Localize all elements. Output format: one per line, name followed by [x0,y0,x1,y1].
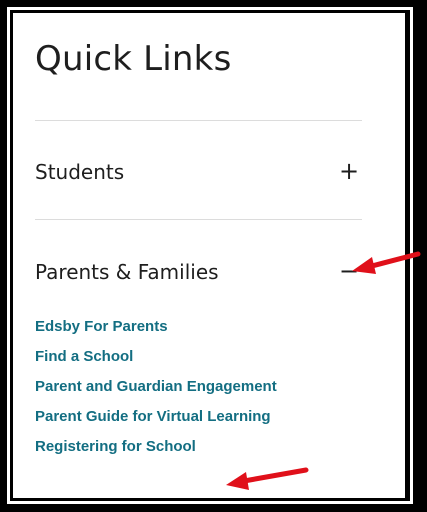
divider [35,120,362,121]
list-item: Find a School [35,347,277,377]
page-title: Quick Links [35,39,232,79]
list-item: Edsby For Parents [35,317,277,347]
link-edsby-for-parents[interactable]: Edsby For Parents [35,318,168,335]
parents-families-section-label: Parents & Families [35,260,219,284]
red-arrow-annotation-icon [226,467,309,490]
list-item: Registering for School [35,437,277,467]
students-accordion-toggle[interactable]: Students + [35,156,365,190]
list-item: Parent Guide for Virtual Learning [35,407,277,437]
students-section-label: Students [35,160,125,184]
link-parent-guardian-engagement[interactable]: Parent and Guardian Engagement [35,378,277,395]
divider [35,219,362,220]
link-find-a-school[interactable]: Find a School [35,348,133,365]
quick-links-panel: Quick Links Students + Parents & Familie… [13,13,405,498]
link-registering-for-school[interactable]: Registering for School [35,438,196,455]
expand-plus-icon[interactable]: + [339,156,359,186]
list-item: Parent and Guardian Engagement [35,377,277,407]
link-parent-guide-virtual-learning[interactable]: Parent Guide for Virtual Learning [35,408,271,425]
parents-families-accordion-toggle[interactable]: Parents & Families − [35,256,365,290]
parents-links-list: Edsby For Parents Find a School Parent a… [35,317,277,467]
red-arrow-annotation-icon [352,251,421,274]
